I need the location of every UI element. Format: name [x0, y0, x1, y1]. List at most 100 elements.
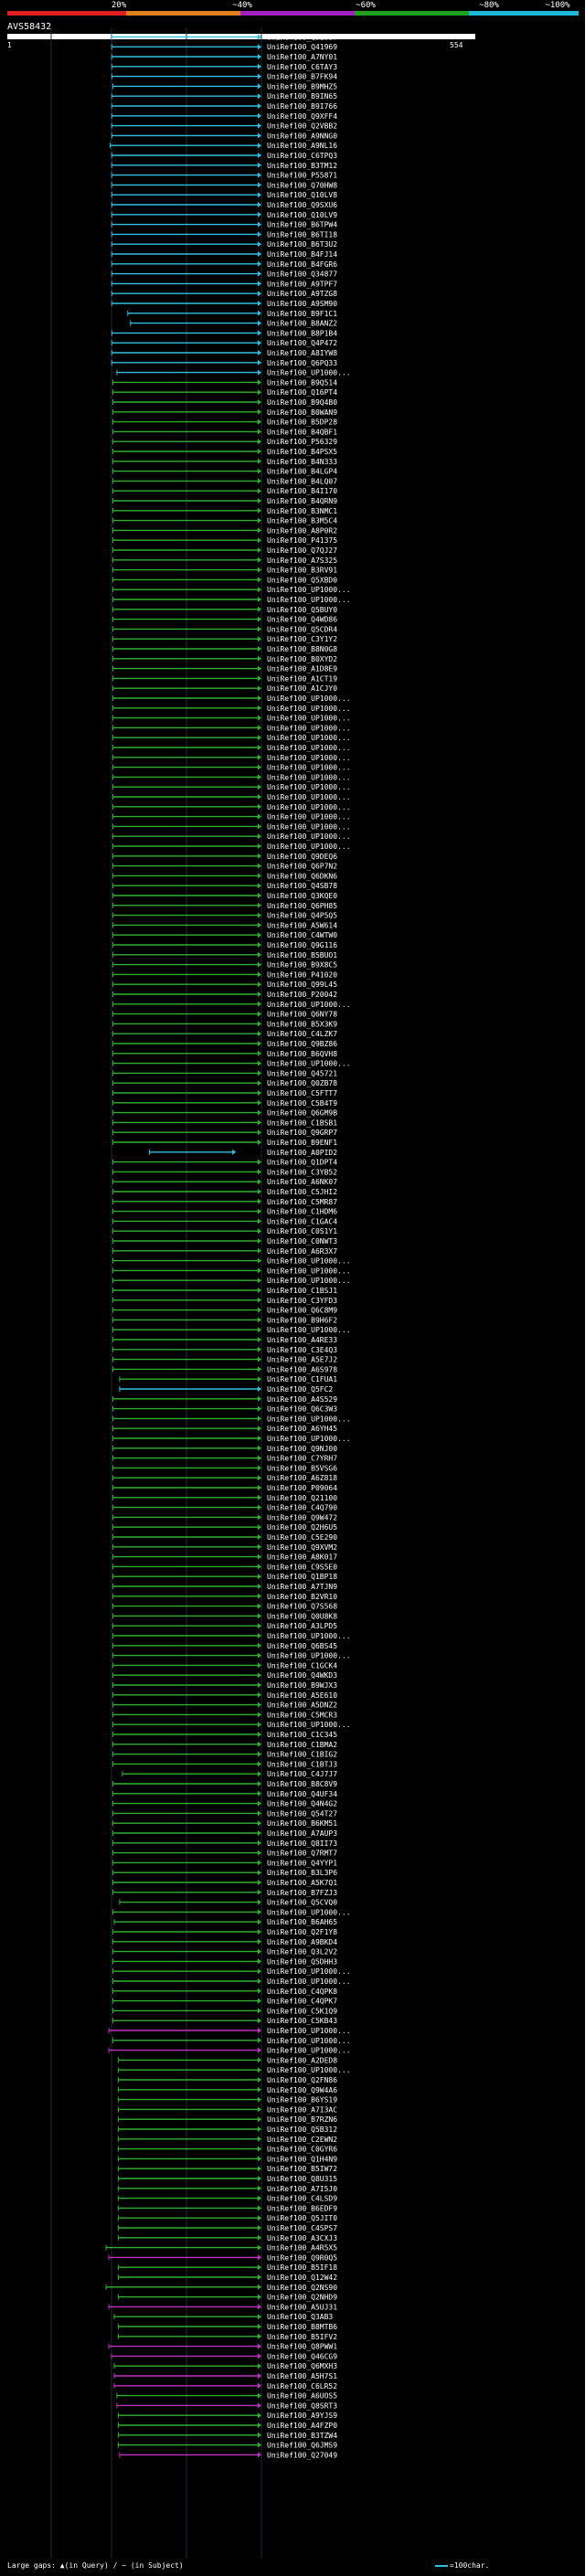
hit-row[interactable]: UniRef100_UP1000...: [112, 803, 351, 811]
hit-label[interactable]: UniRef100_B5IW72: [267, 2165, 337, 2173]
hit-label[interactable]: UniRef100_Q2H6U5: [267, 1523, 337, 1532]
hit-label[interactable]: UniRef100_B4LQ07: [267, 477, 337, 485]
hit-label[interactable]: UniRef100_B4PSX5: [267, 448, 337, 456]
hit-row[interactable]: UniRef100_B6TI18: [111, 230, 337, 239]
hit-row[interactable]: UniRef100_Q6JMS9: [117, 2442, 337, 2450]
hit-row[interactable]: UniRef100_C5FTT7: [112, 1089, 337, 1097]
hit-label[interactable]: UniRef100_P09064: [267, 1484, 337, 1492]
hit-label[interactable]: UniRef100_B6TI18: [267, 230, 337, 239]
hit-row[interactable]: UniRef100_Q2VBB2: [111, 122, 337, 131]
hit-label[interactable]: UniRef100_UP1000...: [267, 2047, 351, 2055]
hit-label[interactable]: UniRef100_B6T3U2: [267, 240, 337, 249]
hit-label[interactable]: UniRef100_Q5JIT0: [267, 2214, 337, 2222]
hit-row[interactable]: UniRef100_A1CT19: [112, 674, 337, 683]
hit-label[interactable]: UniRef100_C5K1Q9: [267, 2007, 337, 2015]
hit-label[interactable]: UniRef100_Q9W4A6: [267, 2086, 337, 2094]
hit-label[interactable]: UniRef100_A5W614: [267, 921, 337, 929]
hit-row[interactable]: UniRef100_UP1000...: [112, 1060, 351, 1068]
hit-row[interactable]: UniRef100_A5W614: [112, 921, 337, 929]
hit-label[interactable]: UniRef100_Q34877: [267, 270, 337, 279]
hit-label[interactable]: UniRef100_C3YB52: [267, 1168, 337, 1176]
hit-row[interactable]: UniRef100_A6R3X7: [112, 1247, 337, 1256]
hit-row[interactable]: UniRef100_A6UOS5: [116, 2392, 337, 2401]
hit-label[interactable]: UniRef100_B3TM12: [267, 162, 337, 170]
hit-row[interactable]: UniRef100_A9YJS9: [117, 2412, 337, 2420]
hit-row[interactable]: UniRef100_P41375: [112, 536, 337, 545]
hit-label[interactable]: UniRef100_Q6NY78: [267, 1011, 337, 1019]
hit-label[interactable]: UniRef100_Q5CDR4: [267, 625, 337, 633]
hit-label[interactable]: UniRef100_C5FTT7: [267, 1089, 337, 1097]
hit-row[interactable]: UniRef100_UP1000...: [112, 793, 351, 801]
hit-row[interactable]: UniRef100_B3NMC1: [112, 507, 337, 515]
hit-label[interactable]: UniRef100_A5UJ31: [267, 2303, 337, 2311]
hit-label[interactable]: UniRef100_UP1000...: [267, 715, 351, 723]
hit-row[interactable]: UniRef100_Q54T27: [112, 1809, 337, 1818]
hit-row[interactable]: UniRef100_UP1000...: [112, 822, 351, 831]
hit-label[interactable]: UniRef100_UP1000...: [267, 793, 351, 801]
hit-row[interactable]: UniRef100_B7RZN6: [117, 2115, 337, 2124]
hit-label[interactable]: UniRef100_Q9SXU6: [267, 201, 337, 209]
hit-label[interactable]: UniRef100_B6KM51: [267, 1819, 337, 1828]
hit-row[interactable]: UniRef100_A4R5X5: [105, 2244, 337, 2253]
hit-label[interactable]: UniRef100_Q5FC2: [267, 1385, 333, 1394]
hit-row[interactable]: UniRef100_UP1000...: [112, 832, 351, 841]
hit-row[interactable]: UniRef100_B4LQ07: [112, 477, 337, 485]
hit-label[interactable]: UniRef100_A7NY01: [267, 53, 337, 61]
hit-label[interactable]: UniRef100_C3E4Q3: [267, 1346, 337, 1354]
hit-label[interactable]: UniRef100_UP1000...: [267, 1277, 351, 1285]
hit-row[interactable]: UniRef100_B9IN65: [111, 92, 337, 101]
hit-label[interactable]: UniRef100_Q4WD86: [267, 616, 337, 624]
hit-label[interactable]: UniRef100_B5X3K9: [267, 1020, 337, 1028]
hit-label[interactable]: UniRef100_C7YRH7: [267, 1455, 337, 1463]
hit-label[interactable]: UniRef100_B4QBF1: [267, 428, 337, 436]
hit-row[interactable]: UniRef100_B3M5C4: [112, 517, 337, 525]
hit-row[interactable]: UniRef100_Q5FC2: [119, 1385, 334, 1394]
hit-label[interactable]: UniRef100_UP1000...: [267, 694, 351, 703]
hit-row[interactable]: UniRef100_B6KM51: [112, 1819, 337, 1828]
hit-row[interactable]: UniRef100_Q5BUY0: [112, 606, 337, 614]
hit-row[interactable]: UniRef100_B9Q4B0: [112, 398, 337, 407]
hit-label[interactable]: UniRef100_Q5DHH3: [267, 1957, 337, 1966]
hit-label[interactable]: UniRef100_UP1000...: [267, 2066, 351, 2074]
hit-label[interactable]: UniRef100_C2EWN2: [267, 2136, 337, 2144]
hit-label[interactable]: UniRef100_Q45721: [267, 1069, 337, 1077]
hit-label[interactable]: UniRef100_Q9NJ00: [267, 1445, 337, 1453]
hit-row[interactable]: UniRef100_B4FGR6: [111, 260, 337, 269]
hit-label[interactable]: UniRef100_C6TPQ3: [267, 152, 337, 160]
hit-label[interactable]: UniRef100_C1BTJ3: [267, 1760, 337, 1768]
hit-row[interactable]: UniRef100_B4PSX5: [112, 448, 337, 456]
hit-label[interactable]: UniRef100_C4SPS7: [267, 2224, 337, 2232]
hit-label[interactable]: UniRef100_B3RV91: [267, 567, 337, 575]
hit-row[interactable]: UniRef100_B9Q514: [112, 378, 337, 387]
hit-row[interactable]: UniRef100_Q9XVM2: [112, 1543, 337, 1552]
hit-row[interactable]: UniRef100_P41020: [112, 970, 337, 979]
hit-row[interactable]: UniRef100_C1HDM6: [112, 1208, 337, 1216]
hit-label[interactable]: UniRef100_A7TJN9: [267, 1583, 337, 1591]
hit-label[interactable]: UniRef100_UP1000...: [267, 832, 351, 841]
hit-row[interactable]: UniRef100_Q4P5Q5: [112, 912, 337, 920]
hit-label[interactable]: UniRef100_Q46CG9: [267, 2352, 337, 2360]
hit-label[interactable]: UniRef100_UP1000...: [267, 1435, 351, 1443]
hit-row[interactable]: UniRef100_Q1H4N9: [117, 2155, 337, 2163]
hit-row[interactable]: UniRef100_A5UJ31: [108, 2303, 337, 2311]
hit-label[interactable]: UniRef100_Q2NHD9: [267, 2294, 337, 2302]
hit-label[interactable]: UniRef100_Q2FN86: [267, 2076, 337, 2084]
hit-label[interactable]: UniRef100_C1BIG2: [267, 1751, 337, 1759]
hit-row[interactable]: UniRef100_C7YRH7: [112, 1455, 337, 1463]
hit-row[interactable]: UniRef100_Q5B312: [117, 2125, 337, 2134]
hit-row[interactable]: UniRef100_UP1000...: [112, 1277, 351, 1285]
hit-row[interactable]: UniRef100_Q9G116: [112, 941, 337, 949]
hit-row[interactable]: UniRef100_Q9W4A6: [117, 2086, 337, 2094]
hit-row[interactable]: UniRef100_Q21100: [112, 1494, 337, 1502]
hit-row[interactable]: UniRef100_Q2H6U5: [112, 1523, 337, 1532]
hit-label[interactable]: UniRef100_C1GCK4: [267, 1661, 337, 1670]
hit-row[interactable]: UniRef100_UP1000...: [112, 1001, 351, 1009]
hit-row[interactable]: UniRef100_B6T3U2: [111, 240, 337, 249]
hit-label[interactable]: UniRef100_UP1000...: [267, 744, 351, 752]
hit-label[interactable]: UniRef100_Q2VBB2: [267, 122, 337, 131]
hit-row[interactable]: UniRef100_UP1000...: [112, 1908, 351, 1916]
hit-row[interactable]: UniRef100_A5E610: [112, 1691, 337, 1700]
hit-label[interactable]: UniRef100_UP1000...: [267, 1267, 351, 1275]
hit-row[interactable]: UniRef100_C6LR52: [113, 2382, 337, 2390]
hit-label[interactable]: UniRef100_B7FK94: [267, 73, 337, 81]
